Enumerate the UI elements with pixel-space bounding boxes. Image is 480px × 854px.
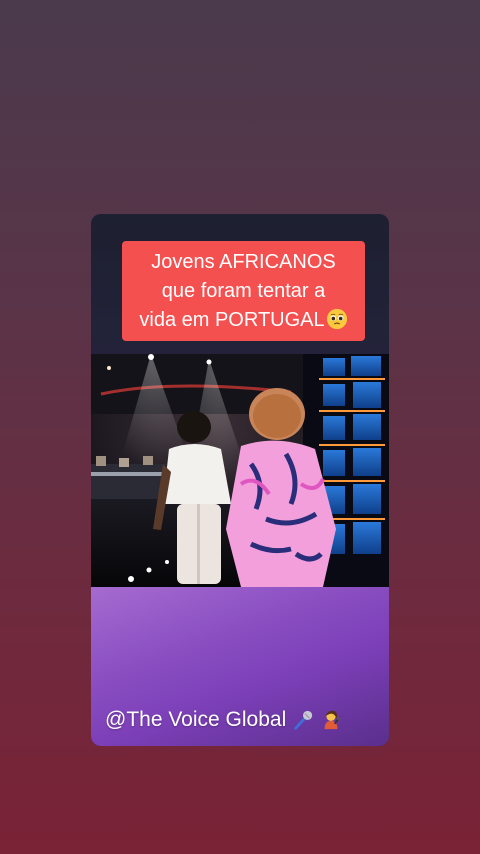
story-card[interactable]: Jovens AFRICANOS que foram tentar a vida… (91, 214, 389, 746)
channel-handle[interactable]: @The Voice Global (105, 708, 342, 732)
video-frame[interactable] (91, 354, 389, 587)
microphone-icon (294, 710, 313, 730)
caption-text: Jovens AFRICANOS que foram tentar a vida… (139, 248, 347, 335)
handle-text: @The Voice Global (105, 708, 287, 731)
singer-icon (324, 710, 341, 730)
pleading-face-icon (326, 308, 347, 329)
bottom-panel: @The Voice Global (91, 587, 389, 746)
caption-box: Jovens AFRICANOS que foram tentar a vida… (122, 241, 365, 341)
caption-area: Jovens AFRICANOS que foram tentar a vida… (91, 214, 389, 354)
stage-scene (91, 354, 389, 587)
